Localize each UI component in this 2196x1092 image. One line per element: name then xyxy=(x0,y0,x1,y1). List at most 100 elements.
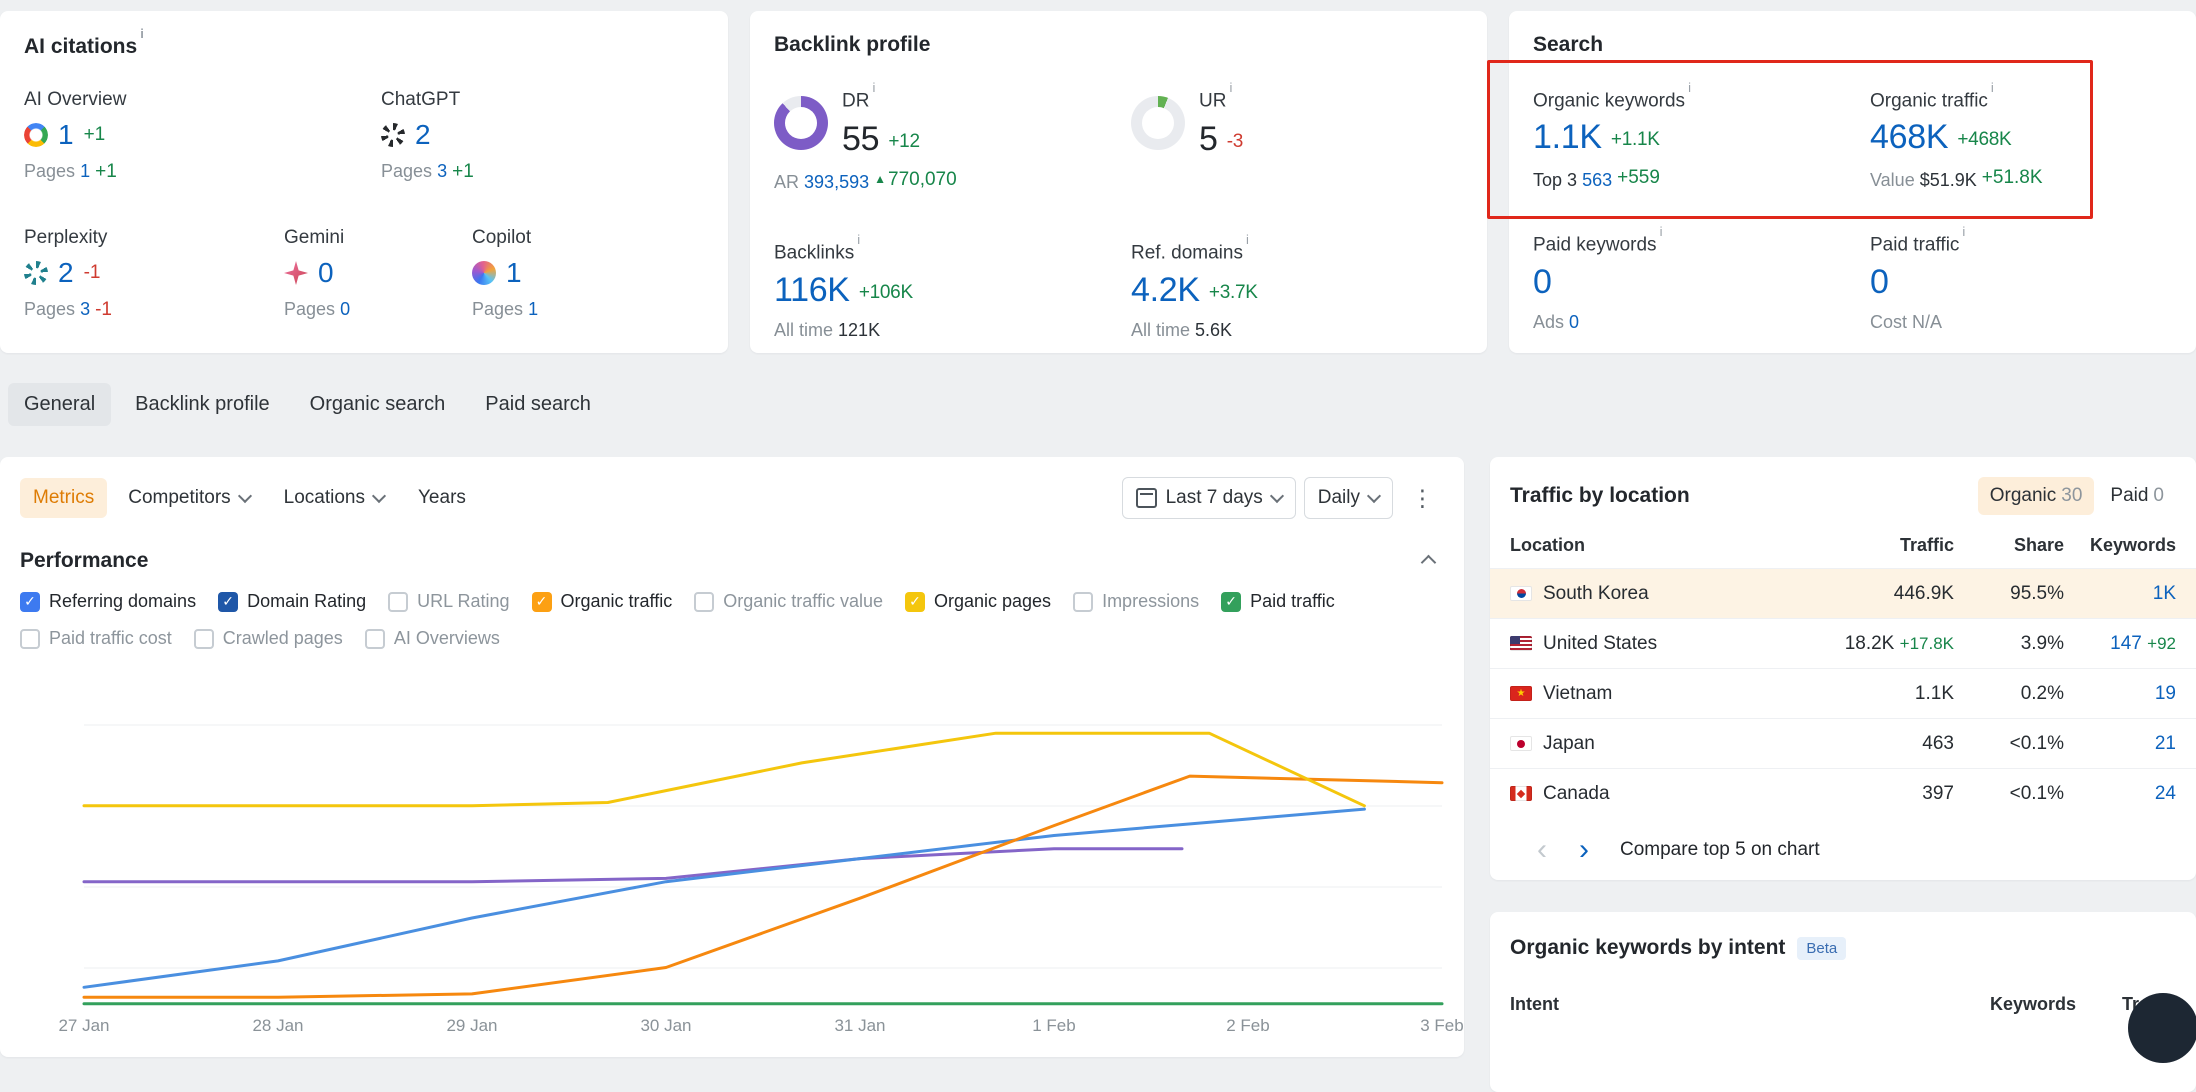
metric-checkbox-paid-traffic-cost[interactable]: Paid traffic cost xyxy=(20,628,172,649)
compare-top5-link[interactable]: Compare top 5 on chart xyxy=(1620,839,1820,861)
ai-item-value-link[interactable]: 2 xyxy=(58,257,74,289)
ai-item-label: Copilot xyxy=(472,227,538,249)
more-options-button[interactable] xyxy=(1401,481,1444,516)
metric-checkbox-crawled-pages[interactable]: Crawled pages xyxy=(194,628,343,649)
perplexity-icon xyxy=(24,261,48,285)
checkbox-unchecked-icon xyxy=(365,629,385,649)
flag-ca-icon xyxy=(1510,786,1532,801)
search-panel: Search Organic keywordsi 1.1K +1.1K Top … xyxy=(1509,11,2196,353)
backlinks-block: Backlinksi 116K +106K All time 121K xyxy=(774,239,1131,340)
metric-checkbox-referring-domains[interactable]: Referring domains xyxy=(20,591,196,612)
paid-toggle-button[interactable]: Paid0 xyxy=(2098,477,2176,515)
keywords-count-link[interactable]: 21 xyxy=(2155,733,2176,754)
tab-backlink-profile[interactable]: Backlink profile xyxy=(119,383,286,426)
metric-checkbox-domain-rating[interactable]: Domain Rating xyxy=(218,591,366,612)
info-icon: i xyxy=(872,80,875,95)
metric-label: Referring domains xyxy=(49,591,196,612)
location-row-united-states: United States18.2K +17.8K3.9%147 +92 xyxy=(1490,618,2196,668)
metric-checkbox-impressions[interactable]: Impressions xyxy=(1073,591,1199,612)
tab-organic-search[interactable]: Organic search xyxy=(294,383,462,426)
ai-citations-row-1: AI Overview1+1Pages 1 +1ChatGPT2Pages 3 … xyxy=(24,89,704,183)
locations-dropdown[interactable]: Locations xyxy=(271,478,397,518)
next-page-button[interactable] xyxy=(1566,832,1602,868)
traffic-value-delta: +51.8K xyxy=(1982,167,2043,188)
domain-rating-block: DRi 55 +12 AR 393,593 770,070 xyxy=(774,87,1131,193)
info-icon: i xyxy=(1962,224,1965,239)
series-referring-domains xyxy=(84,809,1364,987)
ads-value-link[interactable]: 0 xyxy=(1569,312,1579,332)
ref-domains-label: Ref. domainsi xyxy=(1131,239,1463,264)
metric-checkbox-ai-overviews[interactable]: AI Overviews xyxy=(365,628,500,649)
paid-keywords-value-link[interactable]: 0 xyxy=(1533,263,1552,301)
ai-item-pages: Pages 1 +1 xyxy=(24,161,381,183)
info-icon: i xyxy=(1246,232,1249,247)
keywords-count-link[interactable]: 19 xyxy=(2155,683,2176,704)
top3-value-link[interactable]: 563 xyxy=(1582,170,1612,190)
organic-keywords-value-link[interactable]: 1.1K xyxy=(1533,118,1602,156)
flag-jp-icon xyxy=(1510,736,1532,751)
location-rows: South Korea446.9K95.5%1KUnited States18.… xyxy=(1510,568,2176,818)
organic-toggle-button[interactable]: Organic30 xyxy=(1978,477,2095,515)
location-name: Japan xyxy=(1543,733,1595,755)
keywords-count-link[interactable]: 1K xyxy=(2153,583,2176,604)
ai-item-value-link[interactable]: 1 xyxy=(506,257,522,289)
keywords-count-link[interactable]: 147 xyxy=(2110,633,2142,654)
tab-paid-search[interactable]: Paid search xyxy=(469,383,607,426)
paid-traffic-block: Paid traffici 0 Cost N/A xyxy=(1870,231,2172,332)
competitors-dropdown[interactable]: Competitors xyxy=(115,478,262,518)
share-value: 3.9% xyxy=(1954,633,2064,655)
flag-vn-icon xyxy=(1510,686,1532,701)
traffic-value: 397 xyxy=(1784,783,1954,805)
info-icon: i xyxy=(1991,80,1994,95)
ai-pages-link[interactable]: 3 xyxy=(437,161,447,181)
metrics-button[interactable]: Metrics xyxy=(20,478,107,518)
ref-domains-alltime: All time 5.6K xyxy=(1131,320,1463,341)
ai-citation-copilot: Copilot1Pages 1 xyxy=(472,227,538,321)
traffic-value-row: Value $51.9K +51.8K xyxy=(1870,167,2172,191)
overview-tabs: GeneralBacklink profileOrganic searchPai… xyxy=(8,383,2196,426)
collapse-section-button[interactable] xyxy=(1412,549,1444,573)
keywords-count-link[interactable]: 24 xyxy=(2155,783,2176,804)
years-button[interactable]: Years xyxy=(405,478,479,518)
granularity-dropdown[interactable]: Daily xyxy=(1304,477,1393,519)
share-value: <0.1% xyxy=(1954,783,2064,805)
ai-pages-link[interactable]: 1 xyxy=(80,161,90,181)
checkbox-checked-icon xyxy=(905,592,925,612)
site-explorer-overview: AI citationsi AI Overview1+1Pages 1 +1Ch… xyxy=(0,0,2196,1025)
ar-value-link[interactable]: 393,593 xyxy=(804,172,869,192)
metric-checkbox-paid-traffic[interactable]: Paid traffic xyxy=(1221,591,1335,612)
backlink-grid: DRi 55 +12 AR 393,593 770,070 URi xyxy=(774,87,1463,341)
tab-general[interactable]: General xyxy=(8,383,111,426)
gemini-icon xyxy=(284,261,308,285)
metric-checkbox-organic-pages[interactable]: Organic pages xyxy=(905,591,1051,612)
top3-row: Top 3 563 +559 xyxy=(1533,167,1870,191)
checkbox-checked-icon xyxy=(1221,592,1241,612)
ai-pages-link[interactable]: 1 xyxy=(528,299,538,319)
metric-checkbox-organic-traffic[interactable]: Organic traffic xyxy=(532,591,673,612)
share-value: 95.5% xyxy=(1954,583,2064,605)
ai-pages-link[interactable]: 0 xyxy=(340,299,350,319)
organic-traffic-value-link[interactable]: 468K xyxy=(1870,118,1948,156)
metric-checkbox-organic-traffic-value[interactable]: Organic traffic value xyxy=(694,591,883,612)
google-icon xyxy=(24,123,48,147)
paid-traffic-value-link[interactable]: 0 xyxy=(1870,263,1889,301)
ai-item-value-link[interactable]: 0 xyxy=(318,257,334,289)
main-row: Metrics Competitors Locations Years Last… xyxy=(0,457,2196,1092)
traffic-value: 446.9K xyxy=(1784,583,1954,605)
paid-keywords-label: Paid keywordsi xyxy=(1533,231,1870,256)
metric-checkbox-url-rating[interactable]: URL Rating xyxy=(388,591,509,612)
ai-item-value-link[interactable]: 2 xyxy=(415,119,431,151)
checkbox-unchecked-icon xyxy=(694,592,714,612)
ai-item-value-link[interactable]: 1 xyxy=(58,119,74,151)
date-range-dropdown[interactable]: Last 7 days xyxy=(1122,477,1296,519)
location-row-vietnam: Vietnam1.1K0.2%19 xyxy=(1490,668,2196,718)
backlinks-value-link[interactable]: 116K xyxy=(774,271,850,309)
metric-label: URL Rating xyxy=(417,591,509,612)
organic-keywords-block: Organic keywordsi 1.1K +1.1K Top 3 563 +… xyxy=(1533,87,1870,191)
ref-domains-value-link[interactable]: 4.2K xyxy=(1131,271,1200,309)
prev-page-button[interactable] xyxy=(1524,832,1560,868)
backlinks-delta: +106K xyxy=(859,282,913,303)
organic-paid-toggle: Organic30 Paid0 xyxy=(1978,477,2176,515)
intent-table-header: Intent Keywords Traffic xyxy=(1510,994,2176,1015)
ai-pages-link[interactable]: 3 xyxy=(80,299,90,319)
